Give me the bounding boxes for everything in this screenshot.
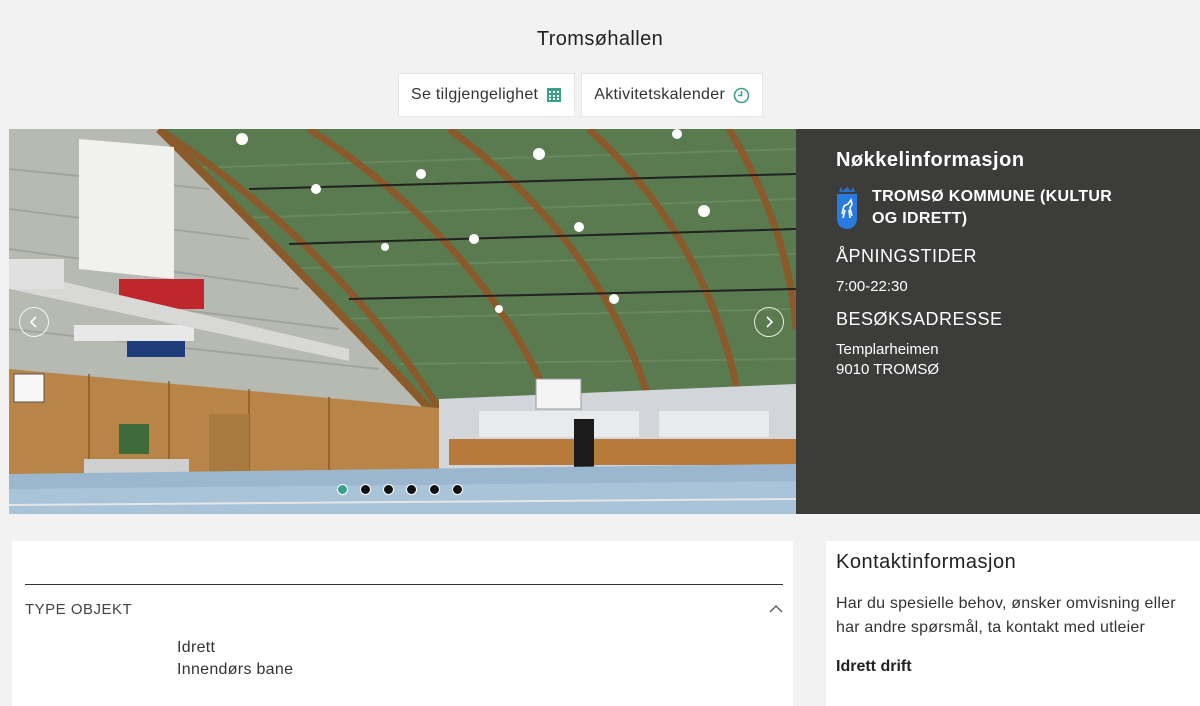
object-type-item: Innendørs bane — [177, 661, 294, 678]
object-type-item: Idrett — [177, 639, 216, 656]
key-info-heading: Nøkkelinformasjon — [836, 149, 1025, 171]
opening-hours-value: 7:00-22:30 — [836, 278, 908, 295]
address-line1: Templarheimen — [836, 341, 939, 358]
carousel-dot[interactable] — [360, 484, 371, 495]
page-title: Tromsøhallen — [536, 28, 664, 50]
carousel-dot[interactable] — [383, 484, 394, 495]
activity-calendar-button-label: Aktivitetskalender — [594, 86, 726, 103]
carousel-indicators — [337, 484, 463, 495]
availability-button[interactable]: Se tilgjengelighet — [398, 73, 576, 117]
contact-department: Idrett drift — [836, 658, 912, 675]
activity-calendar-button[interactable]: Aktivitetskalender — [581, 73, 764, 117]
contact-heading: Kontaktinformasjon — [836, 551, 1017, 573]
carousel-prev-button[interactable] — [19, 307, 49, 337]
tromso-crest-icon — [836, 186, 858, 230]
opening-hours-label: ÅPNINGSTIDER — [836, 246, 978, 266]
key-info-panel: Nøkkelinformasjon TROMSØ KOMMUNE (KULTUR… — [796, 129, 1200, 514]
carousel-next-button[interactable] — [754, 307, 784, 337]
chevron-right-icon — [766, 316, 774, 328]
address-line2: 9010 TROMSØ — [836, 361, 940, 378]
carousel-dot[interactable] — [429, 484, 440, 495]
visiting-address-label: BESØKSADRESSE — [836, 309, 1003, 329]
availability-button-label: Se tilgjengelighet — [411, 86, 539, 103]
contact-panel: Kontaktinformasjon Har du spesielle beho… — [826, 541, 1200, 706]
action-bar: Se tilgjengelighet Aktivitetskalender — [398, 73, 764, 117]
chevron-up-icon — [769, 605, 783, 613]
owner-name-line1: TROMSØ KOMMUNE (KULTUR — [872, 188, 1113, 205]
sports-hall-photo — [9, 129, 796, 514]
carousel-dot[interactable] — [406, 484, 417, 495]
carousel-dot[interactable] — [452, 484, 463, 495]
clock-icon — [733, 87, 750, 104]
owner-name: TROMSØ KOMMUNE (KULTUR OG IDRETT) — [872, 186, 1112, 230]
details-panel: TYPE OBJEKT Idrett Innendørs bane — [12, 541, 793, 706]
image-carousel[interactable] — [9, 129, 796, 514]
divider — [25, 584, 783, 585]
calendar-grid-icon — [546, 87, 562, 103]
visiting-address-value: Templarheimen 9010 TROMSØ — [836, 340, 1200, 380]
carousel-dot[interactable] — [337, 484, 348, 495]
contact-text: Har du spesielle behov, ønsker omvisning… — [836, 595, 1176, 636]
object-type-label: TYPE OBJEKT — [25, 600, 133, 618]
object-type-list: Idrett Innendørs bane — [177, 637, 293, 681]
chevron-left-icon — [29, 316, 37, 328]
owner-name-line2: OG IDRETT) — [872, 210, 968, 227]
object-type-toggle[interactable]: TYPE OBJEKT — [25, 599, 783, 619]
owner: TROMSØ KOMMUNE (KULTUR OG IDRETT) — [836, 186, 1200, 230]
